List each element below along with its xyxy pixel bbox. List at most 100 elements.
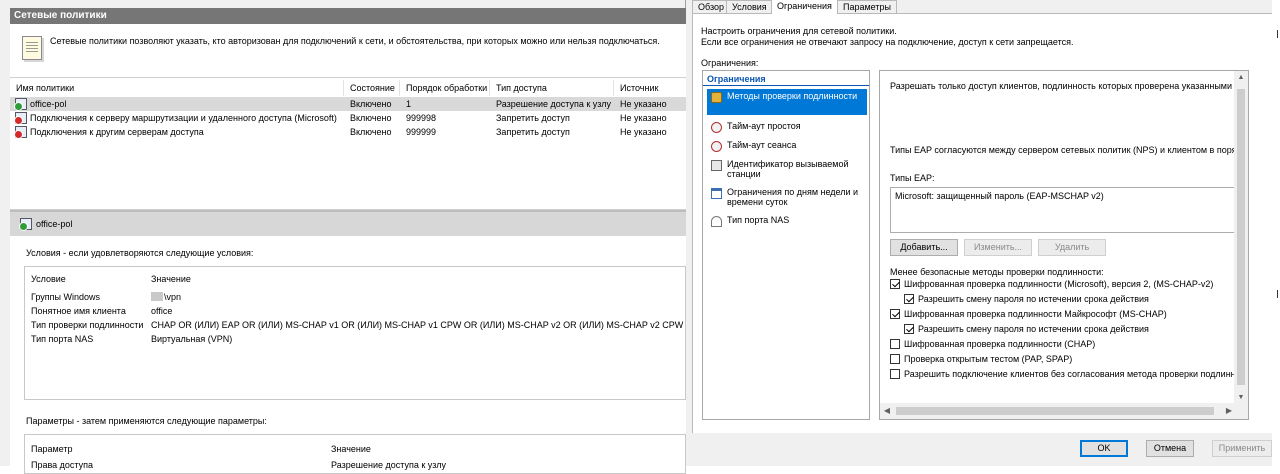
col-header-state[interactable]: Состояние — [344, 80, 400, 96]
condition-key: Тип порта NAS — [31, 334, 94, 344]
condition-key: Группы Windows — [31, 292, 100, 302]
add-eap-button[interactable]: Добавить... — [890, 239, 958, 256]
apply-button[interactable]: Применить — [1212, 440, 1272, 457]
cancel-button[interactable]: Отмена — [1146, 440, 1194, 457]
constraint-session-timeout[interactable]: Тайм-аут сеанса — [707, 138, 867, 154]
detail-body: Условия - если удовлетворяются следующие… — [10, 236, 686, 474]
tab-conditions[interactable]: Условия — [726, 0, 773, 13]
constraints-list-header: Ограничения — [707, 74, 766, 84]
ok-button[interactable]: OK — [1080, 440, 1128, 457]
constraints-list: Ограничения Методы проверки подлинности … — [702, 70, 870, 420]
constraint-label: Тайм-аут сеанса — [727, 140, 797, 150]
eap-negotiation-note: Типы EAP согласуются между сервером сете… — [890, 145, 1249, 155]
mmc-header: Сетевые политики — [10, 8, 686, 24]
conditions-box: Условие Значение Группы Windows \vpn Пон… — [24, 266, 686, 400]
checkbox-label: Шифрованная проверка подлинности (CHAP) — [904, 339, 1096, 349]
edge-mark — [1277, 30, 1278, 38]
row-source: Не указано — [620, 113, 667, 123]
checkbox[interactable] — [890, 339, 900, 349]
row-name: Подключения к другим серверам доступа — [30, 127, 204, 137]
settings-label: Параметры - затем применяются следующие … — [26, 416, 267, 426]
conditions-header-value: Значение — [151, 274, 191, 284]
table-row[interactable]: Подключения к серверу маршрутизации и уд… — [10, 111, 686, 125]
col-header-source[interactable]: Источник — [614, 80, 686, 96]
constraint-label: Методы проверки подлинности — [727, 91, 858, 101]
condition-key: Понятное имя клиента — [31, 306, 126, 316]
redacted-block — [151, 292, 163, 301]
policy-allow-icon — [19, 218, 32, 231]
row-source: Не указано — [620, 99, 667, 109]
settings-header-value: Значение — [331, 444, 371, 454]
row-source: Не указано — [620, 127, 667, 137]
checkbox[interactable] — [890, 279, 900, 289]
edit-eap-button[interactable]: Изменить... — [964, 239, 1032, 256]
constraint-label: Идентификатор вызываемой станции — [727, 159, 849, 179]
info-text: Сетевые политики позволяют указать, кто … — [50, 36, 660, 46]
eap-types-list[interactable]: Microsoft: защищенный пароль (EAP-MSCHAP… — [890, 187, 1248, 233]
scroll-up-icon[interactable]: ▲ — [1234, 71, 1248, 85]
checkbox-label: Разрешить смену пароля по истечении срок… — [918, 294, 1149, 304]
calendar-icon — [711, 188, 722, 199]
row-name: Подключения к серверу маршрутизации и уд… — [30, 113, 337, 123]
scroll-thumb[interactable] — [896, 407, 1214, 415]
tab-page-constraints: Настроить ограничения для сетевой полити… — [692, 13, 1280, 433]
setting-key: Права доступа — [31, 460, 94, 470]
constraint-auth-methods[interactable]: Методы проверки подлинности — [707, 89, 867, 115]
conditions-label: Условия - если удовлетворяются следующие… — [26, 248, 254, 258]
constraint-label: Тип порта NAS — [727, 215, 790, 225]
checkbox[interactable] — [890, 309, 900, 319]
col-header-access[interactable]: Тип доступа — [490, 80, 614, 96]
horizontal-scrollbar[interactable]: ◀ ▶ — [880, 403, 1236, 419]
condition-value: \vpn — [151, 291, 181, 303]
col-header-name[interactable]: Имя политики — [10, 80, 344, 96]
checkbox-label: Проверка открытым тестом (PAP, SPAP) — [904, 354, 1073, 364]
vertical-scrollbar[interactable]: ▲ ▼ — [1234, 71, 1248, 405]
row-order: 1 — [406, 99, 412, 109]
scroll-thumb[interactable] — [1237, 89, 1245, 385]
constraints-label: Ограничения: — [701, 58, 759, 68]
col-header-order[interactable]: Порядок обработки — [400, 80, 490, 96]
mmc-window: Сетевые политики Сетевые политики позвол… — [0, 0, 686, 474]
tab-settings[interactable]: Параметры — [837, 0, 897, 13]
nas-port-icon — [711, 216, 722, 227]
scroll-left-icon[interactable]: ◀ — [880, 403, 894, 419]
checkbox[interactable] — [904, 294, 914, 304]
row-state: Включено — [350, 127, 392, 137]
setting-value: Разрешение доступа к узлу — [331, 460, 447, 470]
row-order: 999998 — [406, 113, 437, 123]
tab-strip: Обзор Условия Ограничения Параметры — [686, 0, 1280, 14]
station-id-icon — [711, 160, 722, 171]
checkbox[interactable] — [890, 354, 900, 364]
constraint-label: Тайм-аут простоя — [727, 121, 801, 131]
policy-table: Имя политики Состояние Порядок обработки… — [10, 78, 686, 210]
checkbox[interactable] — [904, 324, 914, 334]
properties-dialog: Обзор Условия Ограничения Параметры Наст… — [686, 0, 1280, 466]
checkbox-label: Разрешить смену пароля по истечении срок… — [918, 324, 1149, 334]
idle-timeout-icon — [711, 122, 722, 133]
table-row[interactable]: office-pol Включено 1 Разрешение доступа… — [10, 97, 686, 111]
lock-icon — [711, 92, 722, 103]
condition-key: Тип проверки подлинности — [31, 320, 144, 330]
checkbox[interactable] — [890, 369, 900, 379]
policy-table-header: Имя политики Состояние Порядок обработки… — [10, 80, 686, 96]
constraint-content-pane: Разрешать только доступ клиентов, подлин… — [879, 70, 1249, 420]
note-icon — [22, 36, 42, 60]
constraint-called-station-id[interactable]: Идентификатор вызываемой станции — [707, 157, 867, 181]
page-description: Настроить ограничения для сетевой полити… — [701, 26, 1074, 48]
constraints-list-divider — [703, 85, 869, 86]
eap-type-item[interactable]: Microsoft: защищенный пароль (EAP-MSCHAP… — [895, 191, 1104, 201]
conditions-header-key: Условие — [31, 274, 66, 284]
tab-overview[interactable]: Обзор — [692, 0, 730, 13]
tab-constraints[interactable]: Ограничения — [771, 0, 838, 14]
remove-eap-button[interactable]: Удалить — [1038, 239, 1106, 256]
checkbox-label: Шифрованная проверка подлинности Майкрос… — [904, 309, 1167, 319]
background-window-edge — [1272, 0, 1280, 466]
detail-title-bar: office-pol — [10, 212, 686, 236]
settings-header-key: Параметр — [31, 444, 73, 454]
constraint-day-time[interactable]: Ограничения по дням недели и времени сут… — [707, 185, 867, 209]
row-access: Разрешение доступа к узлу — [496, 99, 612, 109]
table-row[interactable]: Подключения к другим серверам доступа Вк… — [10, 125, 686, 139]
constraint-nas-port-type[interactable]: Тип порта NAS — [707, 213, 867, 229]
constraint-idle-timeout[interactable]: Тайм-аут простоя — [707, 119, 867, 135]
row-order: 999999 — [406, 127, 437, 137]
